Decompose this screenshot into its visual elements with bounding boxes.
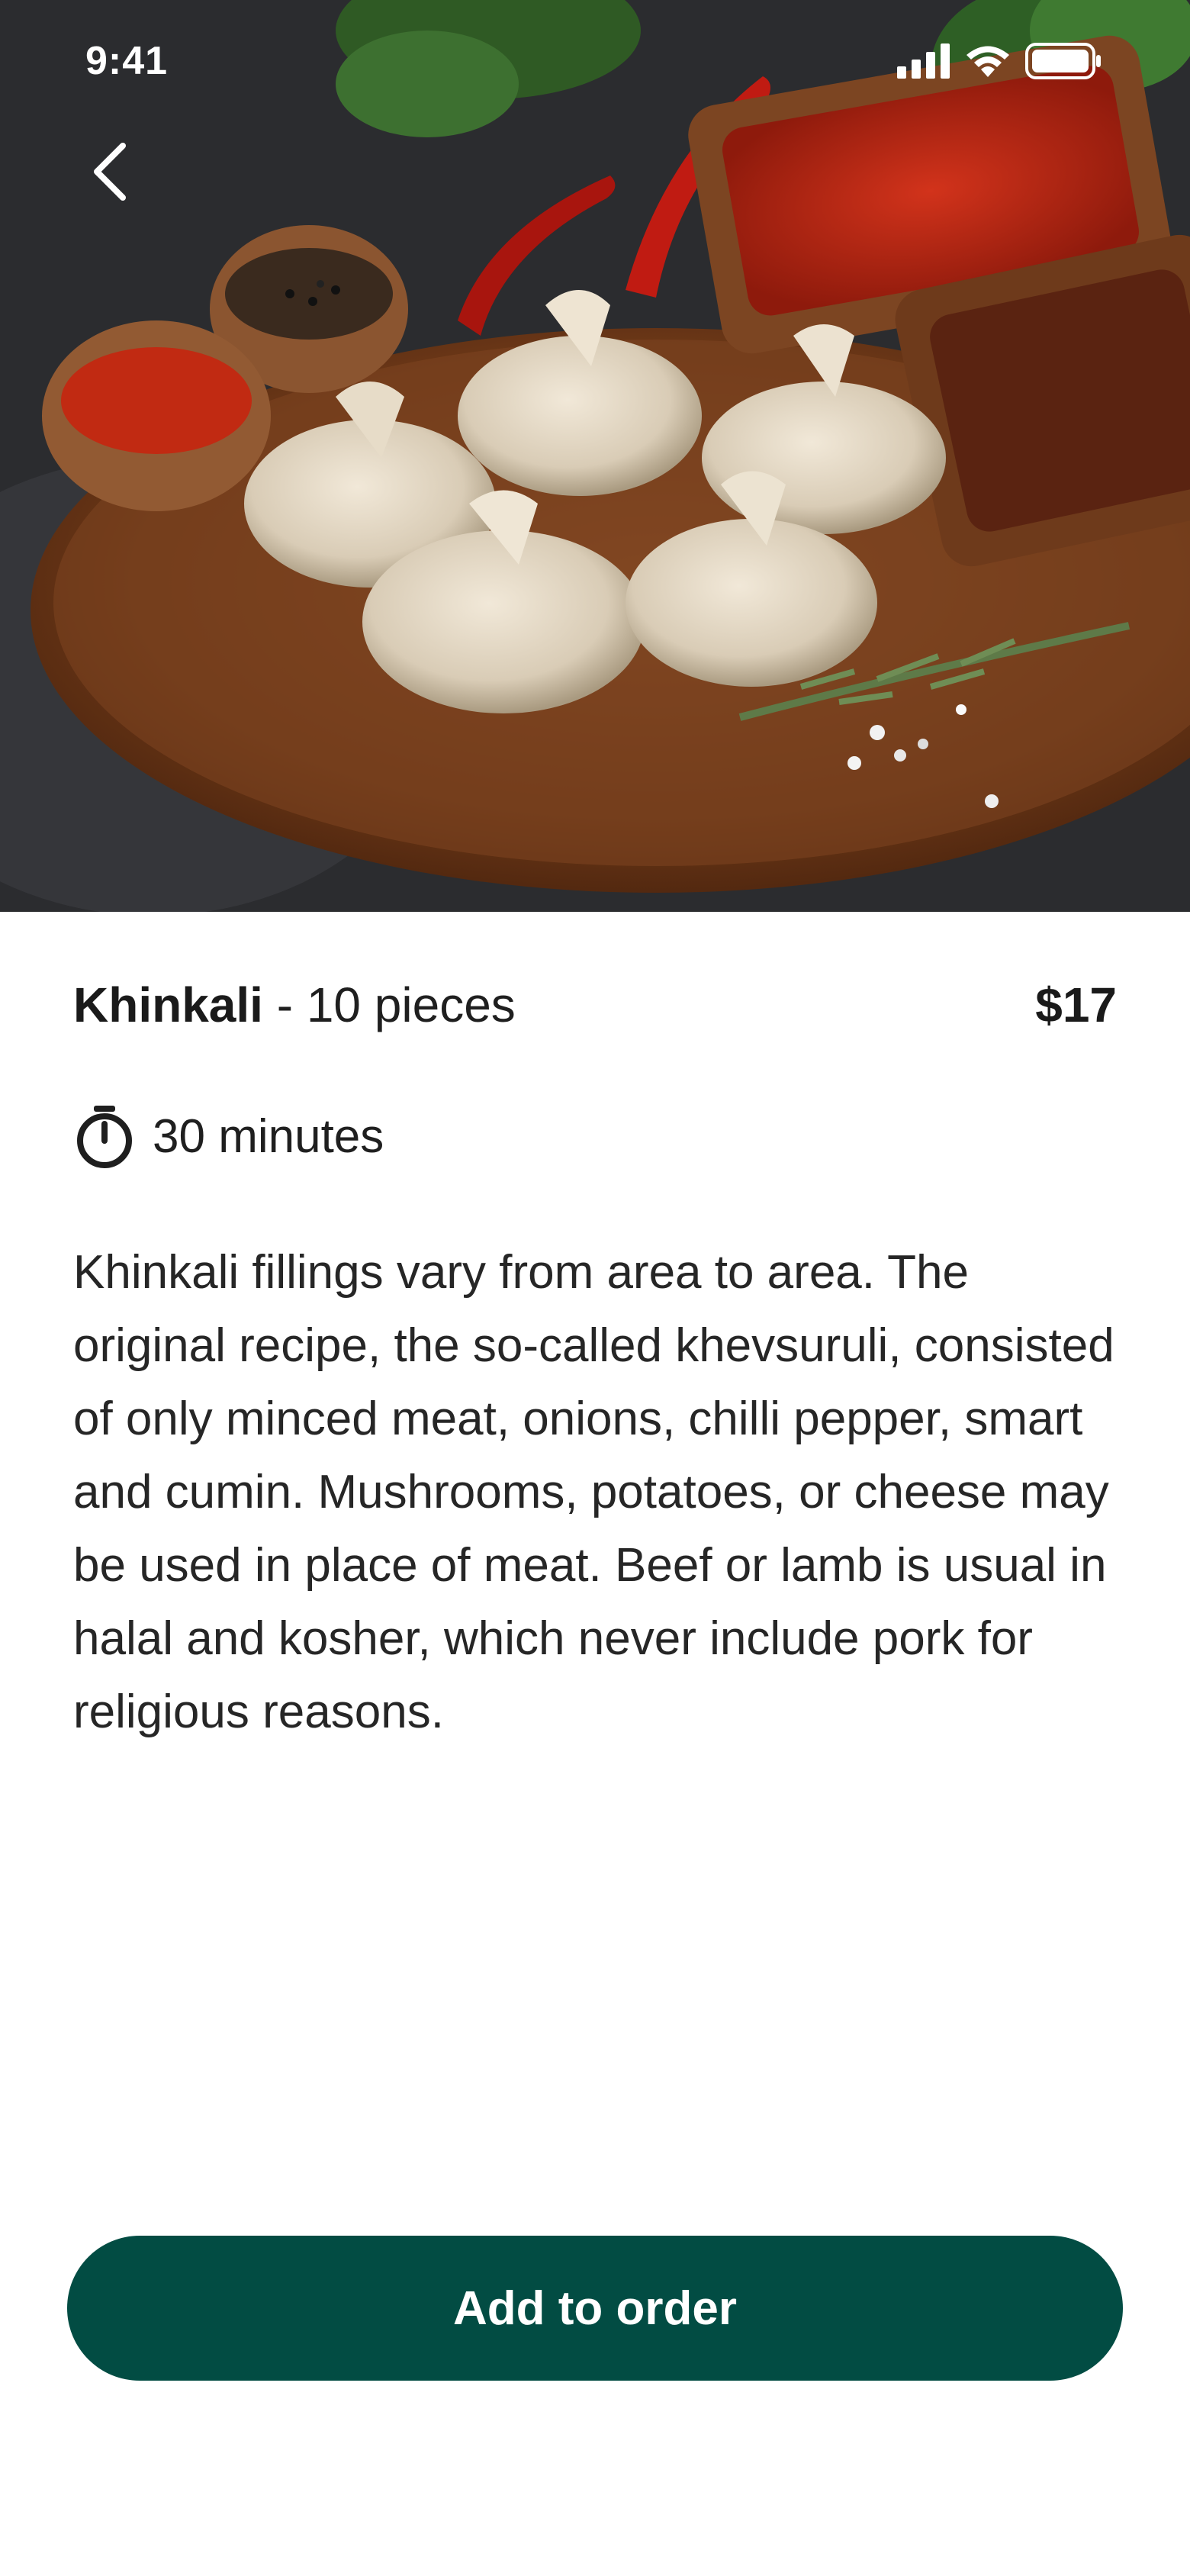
hero-image <box>0 0 1190 912</box>
chevron-left-icon <box>94 143 126 201</box>
add-to-order-button[interactable]: Add to order <box>67 2236 1123 2381</box>
dish-title: Khinkali - 10 pieces <box>73 977 516 1033</box>
status-icons <box>897 40 1102 82</box>
prep-time: 30 minutes <box>153 1109 384 1163</box>
dish-title-row: Khinkali - 10 pieces $17 <box>73 977 1117 1033</box>
prep-time-row: 30 minutes <box>73 1103 384 1170</box>
dish-price: $17 <box>1035 977 1117 1032</box>
status-time: 9:41 <box>85 39 169 83</box>
battery-icon <box>1025 43 1101 79</box>
signal-icon <box>897 43 950 79</box>
dumplings-photo <box>0 0 1190 912</box>
dish-name: Khinkali <box>73 977 263 1032</box>
dish-description: Khinkali fillings vary from area to area… <box>73 1246 1114 1738</box>
dish-quantity: 10 pieces <box>306 977 516 1032</box>
dish-separator: - <box>276 977 294 1032</box>
wifi-icon <box>966 46 1009 77</box>
back-button[interactable] <box>76 137 145 206</box>
timer-icon <box>77 1106 132 1168</box>
